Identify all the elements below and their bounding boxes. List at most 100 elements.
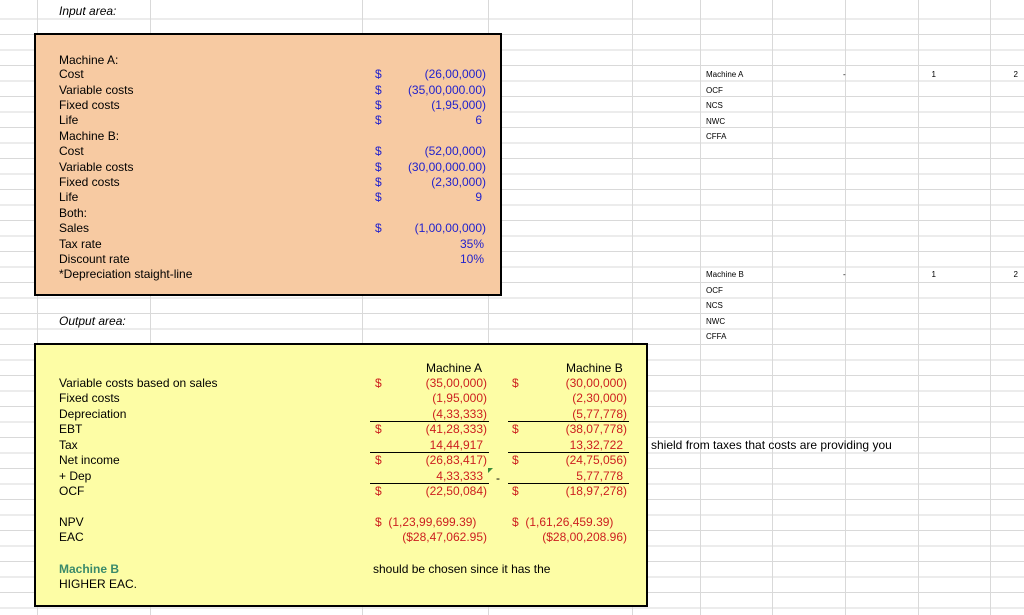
label-tax-rate: Tax rate xyxy=(59,237,102,251)
currency-sign: $ xyxy=(375,113,382,127)
currency-sign: $ xyxy=(512,422,519,436)
dash-cell: - xyxy=(496,471,500,485)
out-a-ebt: (41,28,333) xyxy=(425,422,487,436)
input-life-a[interactable]: 6 xyxy=(386,113,482,128)
out-b-variable-costs: (30,00,000) xyxy=(565,376,627,390)
currency-sign: $ xyxy=(375,453,382,467)
out-b-fixed-costs: (2,30,000) xyxy=(572,391,627,405)
label-life-b: Life xyxy=(59,190,79,204)
out-a-depreciation: (4,33,333) xyxy=(432,407,487,421)
input-variable-costs-b[interactable]: (30,00,000.00) xyxy=(386,160,486,175)
depreciation-note: *Depreciation staight-line xyxy=(59,267,193,281)
sum-underline xyxy=(508,421,629,422)
input-variable-costs-a[interactable]: (35,00,000.00) xyxy=(386,83,486,98)
input-life-b[interactable]: 9 xyxy=(386,190,482,205)
sum-underline xyxy=(508,483,629,484)
side-b-row-cffa: CFFA xyxy=(706,332,727,341)
label-variable-costs-b: Variable costs xyxy=(59,160,134,174)
output-col-b-header: Machine B xyxy=(566,361,623,375)
out-label-ocf: OCF xyxy=(59,484,85,498)
out-b-npv: $ (1,61,26,459.39) xyxy=(512,515,614,529)
currency-sign: $ xyxy=(375,83,382,97)
conclusion-text: should be chosen since it has the xyxy=(373,562,551,576)
side-b-row-ocf: OCF xyxy=(706,286,723,295)
out-b-tax: 13,32,722 xyxy=(569,438,623,452)
side-a-row-ocf: OCF xyxy=(706,86,723,95)
input-fixed-costs-a[interactable]: (1,95,000) xyxy=(386,98,486,113)
comment-indicator-icon[interactable] xyxy=(488,468,493,473)
out-label-npv: NPV xyxy=(59,515,84,529)
currency-sign: $ xyxy=(375,175,382,189)
out-a-variable-costs: (35,00,000) xyxy=(425,376,487,390)
sum-underline xyxy=(508,452,629,453)
currency-sign: $ xyxy=(512,376,519,390)
label-variable-costs-a: Variable costs xyxy=(59,83,134,97)
out-b-net-income: (24,75,056) xyxy=(565,453,627,467)
out-a-ocf: (22,50,084) xyxy=(425,484,487,498)
out-label-fixed-costs: Fixed costs xyxy=(59,391,120,405)
out-b-depreciation: (5,77,778) xyxy=(572,407,627,421)
side-a-row-nwc: NWC xyxy=(706,117,726,126)
conclusion-machine: Machine B xyxy=(59,562,120,576)
out-a-npv: $ (1,23,99,699.39) xyxy=(375,515,477,529)
out-b-ocf: (18,97,278) xyxy=(565,484,627,498)
label-life-a: Life xyxy=(59,113,79,127)
out-label-tax: Tax xyxy=(59,438,78,452)
side-b-row-ncs: NCS xyxy=(706,301,723,310)
side-a-title: Machine A xyxy=(706,70,744,79)
currency-sign: $ xyxy=(512,484,519,498)
shield-note: shield from taxes that costs are providi… xyxy=(651,438,892,452)
out-label-ebt: EBT xyxy=(59,422,83,436)
both-header: Both: xyxy=(59,206,88,220)
currency-sign: $ xyxy=(375,190,382,204)
label-fixed-costs-a: Fixed costs xyxy=(59,98,120,112)
input-area-title: Input area: xyxy=(59,4,117,18)
side-b-col-2: 2 xyxy=(1013,270,1018,279)
out-label-variable-costs: Variable costs based on sales xyxy=(59,376,218,390)
out-a-tax: 14,44,917 xyxy=(429,438,483,452)
side-a-col-dash: - xyxy=(843,70,846,79)
input-fixed-costs-b[interactable]: (2,30,000) xyxy=(386,175,486,190)
currency-sign: $ xyxy=(375,221,382,235)
out-label-net-income: Net income xyxy=(59,453,120,467)
currency-sign: $ xyxy=(375,422,382,436)
conclusion-tail: HIGHER EAC. xyxy=(59,577,138,591)
sum-underline xyxy=(370,421,489,422)
output-area-title: Output area: xyxy=(59,314,126,328)
sum-underline xyxy=(370,452,489,453)
currency-sign: $ xyxy=(375,484,382,498)
sum-underline xyxy=(370,483,489,484)
currency-sign: $ xyxy=(375,144,382,158)
label-sales: Sales xyxy=(59,221,90,235)
out-a-net-income: (26,83,417) xyxy=(425,453,487,467)
input-cost-a[interactable]: (26,00,000) xyxy=(386,67,486,82)
out-label-depreciation: Depreciation xyxy=(59,407,127,421)
out-label-dep: + Dep xyxy=(59,469,92,483)
out-a-eac: ($28,47,062.95) xyxy=(402,530,487,544)
currency-sign: $ xyxy=(375,160,382,174)
side-a-col-1: 1 xyxy=(931,70,936,79)
input-cost-b[interactable]: (52,00,000) xyxy=(386,144,486,159)
side-b-title: Machine B xyxy=(706,270,744,279)
side-a-row-ncs: NCS xyxy=(706,101,723,110)
out-a-fixed-costs: (1,95,000) xyxy=(432,391,487,405)
out-b-dep: 5,77,778 xyxy=(576,469,623,483)
out-b-ebt: (38,07,778) xyxy=(565,422,627,436)
output-col-a-header: Machine A xyxy=(426,361,483,375)
side-b-col-dash: - xyxy=(843,270,846,279)
input-sales[interactable]: (1,00,00,000) xyxy=(386,221,486,236)
side-a-row-cffa: CFFA xyxy=(706,132,727,141)
out-a-dep: 4,33,333 xyxy=(436,469,483,483)
machine-b-header: Machine B: xyxy=(59,129,120,143)
out-b-eac: ($28,00,208.96) xyxy=(542,530,627,544)
currency-sign: $ xyxy=(375,98,382,112)
input-discount-rate[interactable]: 10% xyxy=(386,252,484,267)
label-discount-rate: Discount rate xyxy=(59,252,130,266)
side-a-col-2: 2 xyxy=(1013,70,1018,79)
machine-a-header: Machine A: xyxy=(59,53,119,67)
label-fixed-costs-b: Fixed costs xyxy=(59,175,120,189)
currency-sign: $ xyxy=(375,376,382,390)
out-label-eac: EAC xyxy=(59,530,84,544)
input-tax-rate[interactable]: 35% xyxy=(386,237,484,252)
side-b-row-nwc: NWC xyxy=(706,317,726,326)
